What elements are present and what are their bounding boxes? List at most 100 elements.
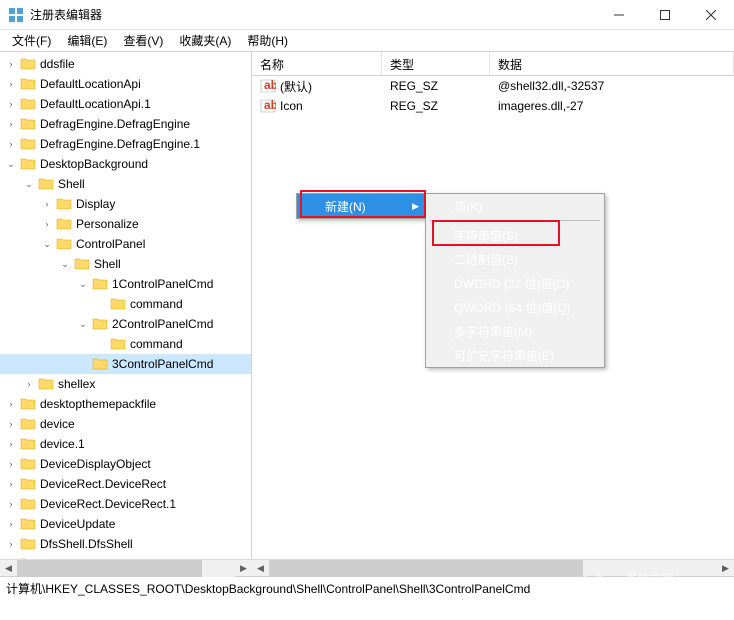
menu-help[interactable]: 帮助(H) [239,30,296,51]
menu-edit[interactable]: 编辑(E) [59,30,115,51]
tree-label: DefaultLocationApi.1 [40,97,151,111]
expand-icon[interactable]: › [4,537,18,551]
submenu-qword[interactable]: QWORD (64 位)值(Q) [426,295,604,319]
collapse-icon[interactable]: ⌄ [4,157,18,171]
col-header-name[interactable]: 名称 [252,52,382,75]
menu-favorites[interactable]: 收藏夹(A) [171,30,239,51]
tree-node[interactable]: ⌄ DesktopBackground [0,154,251,174]
expand-icon[interactable]: › [4,417,18,431]
string-value-icon: ab [260,78,276,94]
tree-label: desktopthemepackfile [40,397,156,411]
folder-icon [20,437,36,451]
tree-label: DeviceUpdate [40,517,115,531]
scroll-right-icon[interactable]: ▶ [717,560,734,577]
tree-node[interactable]: ⌄Shell [0,254,251,274]
tree-node[interactable]: › Display [0,194,251,214]
menubar: 文件(F) 编辑(E) 查看(V) 收藏夹(A) 帮助(H) [0,30,734,52]
expand-icon[interactable]: › [4,477,18,491]
submenu-binary[interactable]: 二进制值(B) [426,247,604,271]
collapse-icon[interactable]: ⌄ [58,257,72,271]
submenu-key[interactable]: 项(K) [426,194,604,218]
tree-node[interactable]: ›DefaultLocationApi [0,74,251,94]
svg-text:ab: ab [264,98,276,112]
list-row[interactable]: ab(默认)REG_SZ@shell32.dll,-32537 [252,76,734,96]
tree-node[interactable]: ⌄1ControlPanelCmd [0,274,251,294]
folder-icon [20,157,36,171]
list-hscroll[interactable]: ◀ ▶ [252,559,734,576]
expand-icon[interactable]: › [4,57,18,71]
tree-node[interactable]: ›DeviceRect.DeviceRect [0,474,251,494]
expand-icon[interactable]: › [22,377,36,391]
tree-node[interactable]: › DefragEngine.DefragEngine.1 [0,134,251,154]
tree-node[interactable]: › DfsShell.DfsShell [0,534,251,554]
maximize-button[interactable] [642,0,688,30]
close-button[interactable] [688,0,734,30]
context-new[interactable]: 新建(N) ▶ 项(K) 字符串值(S) 二进制值(B) DWORD (32 位… [297,194,425,218]
value-data: @shell32.dll,-32537 [490,79,734,93]
collapse-icon[interactable]: ⌄ [40,237,54,251]
tree-node[interactable]: ›DeviceRect.DeviceRect.1 [0,494,251,514]
tree-label: DefragEngine.DefragEngine.1 [40,137,200,151]
tree-hscroll[interactable]: ◀ ▶ [0,559,252,576]
tree-label: command [130,297,183,311]
submenu-string[interactable]: 字符串值(S) [426,223,604,247]
statusbar-path: 计算机\HKEY_CLASSES_ROOT\DesktopBackground\… [6,582,530,596]
tree-label: DesktopBackground [40,157,148,171]
folder-icon [56,217,72,231]
context-submenu: 项(K) 字符串值(S) 二进制值(B) DWORD (32 位)值(D) QW… [425,193,605,368]
submenu-expand[interactable]: 可扩充字符串值(E) [426,343,604,367]
tree-node[interactable]: ›DefragEngine.DefragEngine [0,114,251,134]
scroll-right-icon[interactable]: ▶ [235,560,252,577]
tree-node[interactable]: 3ControlPanelCmd [0,354,251,374]
tree-node[interactable]: command [0,334,251,354]
collapse-icon[interactable]: ⌄ [76,277,90,291]
expand-icon[interactable]: › [40,197,54,211]
submenu-multi[interactable]: 多字符串值(M) [426,319,604,343]
tree-node[interactable]: ⌄ControlPanel [0,234,251,254]
tree-node[interactable]: ›ddsfile [0,54,251,74]
expand-icon[interactable]: › [4,497,18,511]
expand-icon[interactable]: › [40,217,54,231]
tree-node[interactable]: ⌄2ControlPanelCmd [0,314,251,334]
tree-node[interactable]: › DeviceUpdate [0,514,251,534]
scroll-left-icon[interactable]: ◀ [252,560,269,577]
tree-node[interactable]: ›device.1 [0,434,251,454]
menu-file[interactable]: 文件(F) [4,30,59,51]
tree-label: Display [76,197,115,211]
tree-node[interactable]: command [0,294,251,314]
tree-label: DfsShell.DfsShell [40,537,133,551]
col-header-data[interactable]: 数据 [490,52,734,75]
tree-node[interactable]: › DefaultLocationApi.1 [0,94,251,114]
expand-icon[interactable]: › [4,517,18,531]
list-row[interactable]: abIconREG_SZimageres.dll,-27 [252,96,734,116]
collapse-icon[interactable]: ⌄ [76,317,90,331]
expand-icon[interactable]: › [4,437,18,451]
tree-panel[interactable]: ›ddsfile›DefaultLocationApi›DefaultLocat… [0,52,252,576]
submenu-dword[interactable]: DWORD (32 位)值(D) [426,271,604,295]
collapse-icon[interactable]: ⌄ [22,177,36,191]
expand-icon[interactable]: › [4,97,18,111]
folder-icon [20,397,36,411]
scroll-left-icon[interactable]: ◀ [0,560,17,577]
expand-icon[interactable]: › [4,137,18,151]
tree-node[interactable]: › shellex [0,374,251,394]
tree-node[interactable]: ›Personalize [0,214,251,234]
tree-node[interactable]: ⌄ Shell [0,174,251,194]
value-name: Icon [280,99,303,113]
tree-node[interactable]: ›device [0,414,251,434]
menu-view[interactable]: 查看(V) [115,30,171,51]
tree-node[interactable]: › desktopthemepackfile [0,394,251,414]
expand-icon[interactable]: › [4,117,18,131]
tree-node[interactable]: ›DeviceDisplayObject [0,454,251,474]
tree-label: shellex [58,377,95,391]
col-header-type[interactable]: 类型 [382,52,490,75]
list-panel[interactable]: 名称 类型 数据 ab(默认)REG_SZ@shell32.dll,-32537… [252,52,734,576]
folder-icon [20,417,36,431]
list-header: 名称 类型 数据 [252,52,734,76]
expand-icon[interactable]: › [4,457,18,471]
expand-icon[interactable]: › [4,397,18,411]
minimize-button[interactable] [596,0,642,30]
expand-icon[interactable]: › [4,77,18,91]
tree-label: Shell [58,177,85,191]
folder-icon [38,377,54,391]
